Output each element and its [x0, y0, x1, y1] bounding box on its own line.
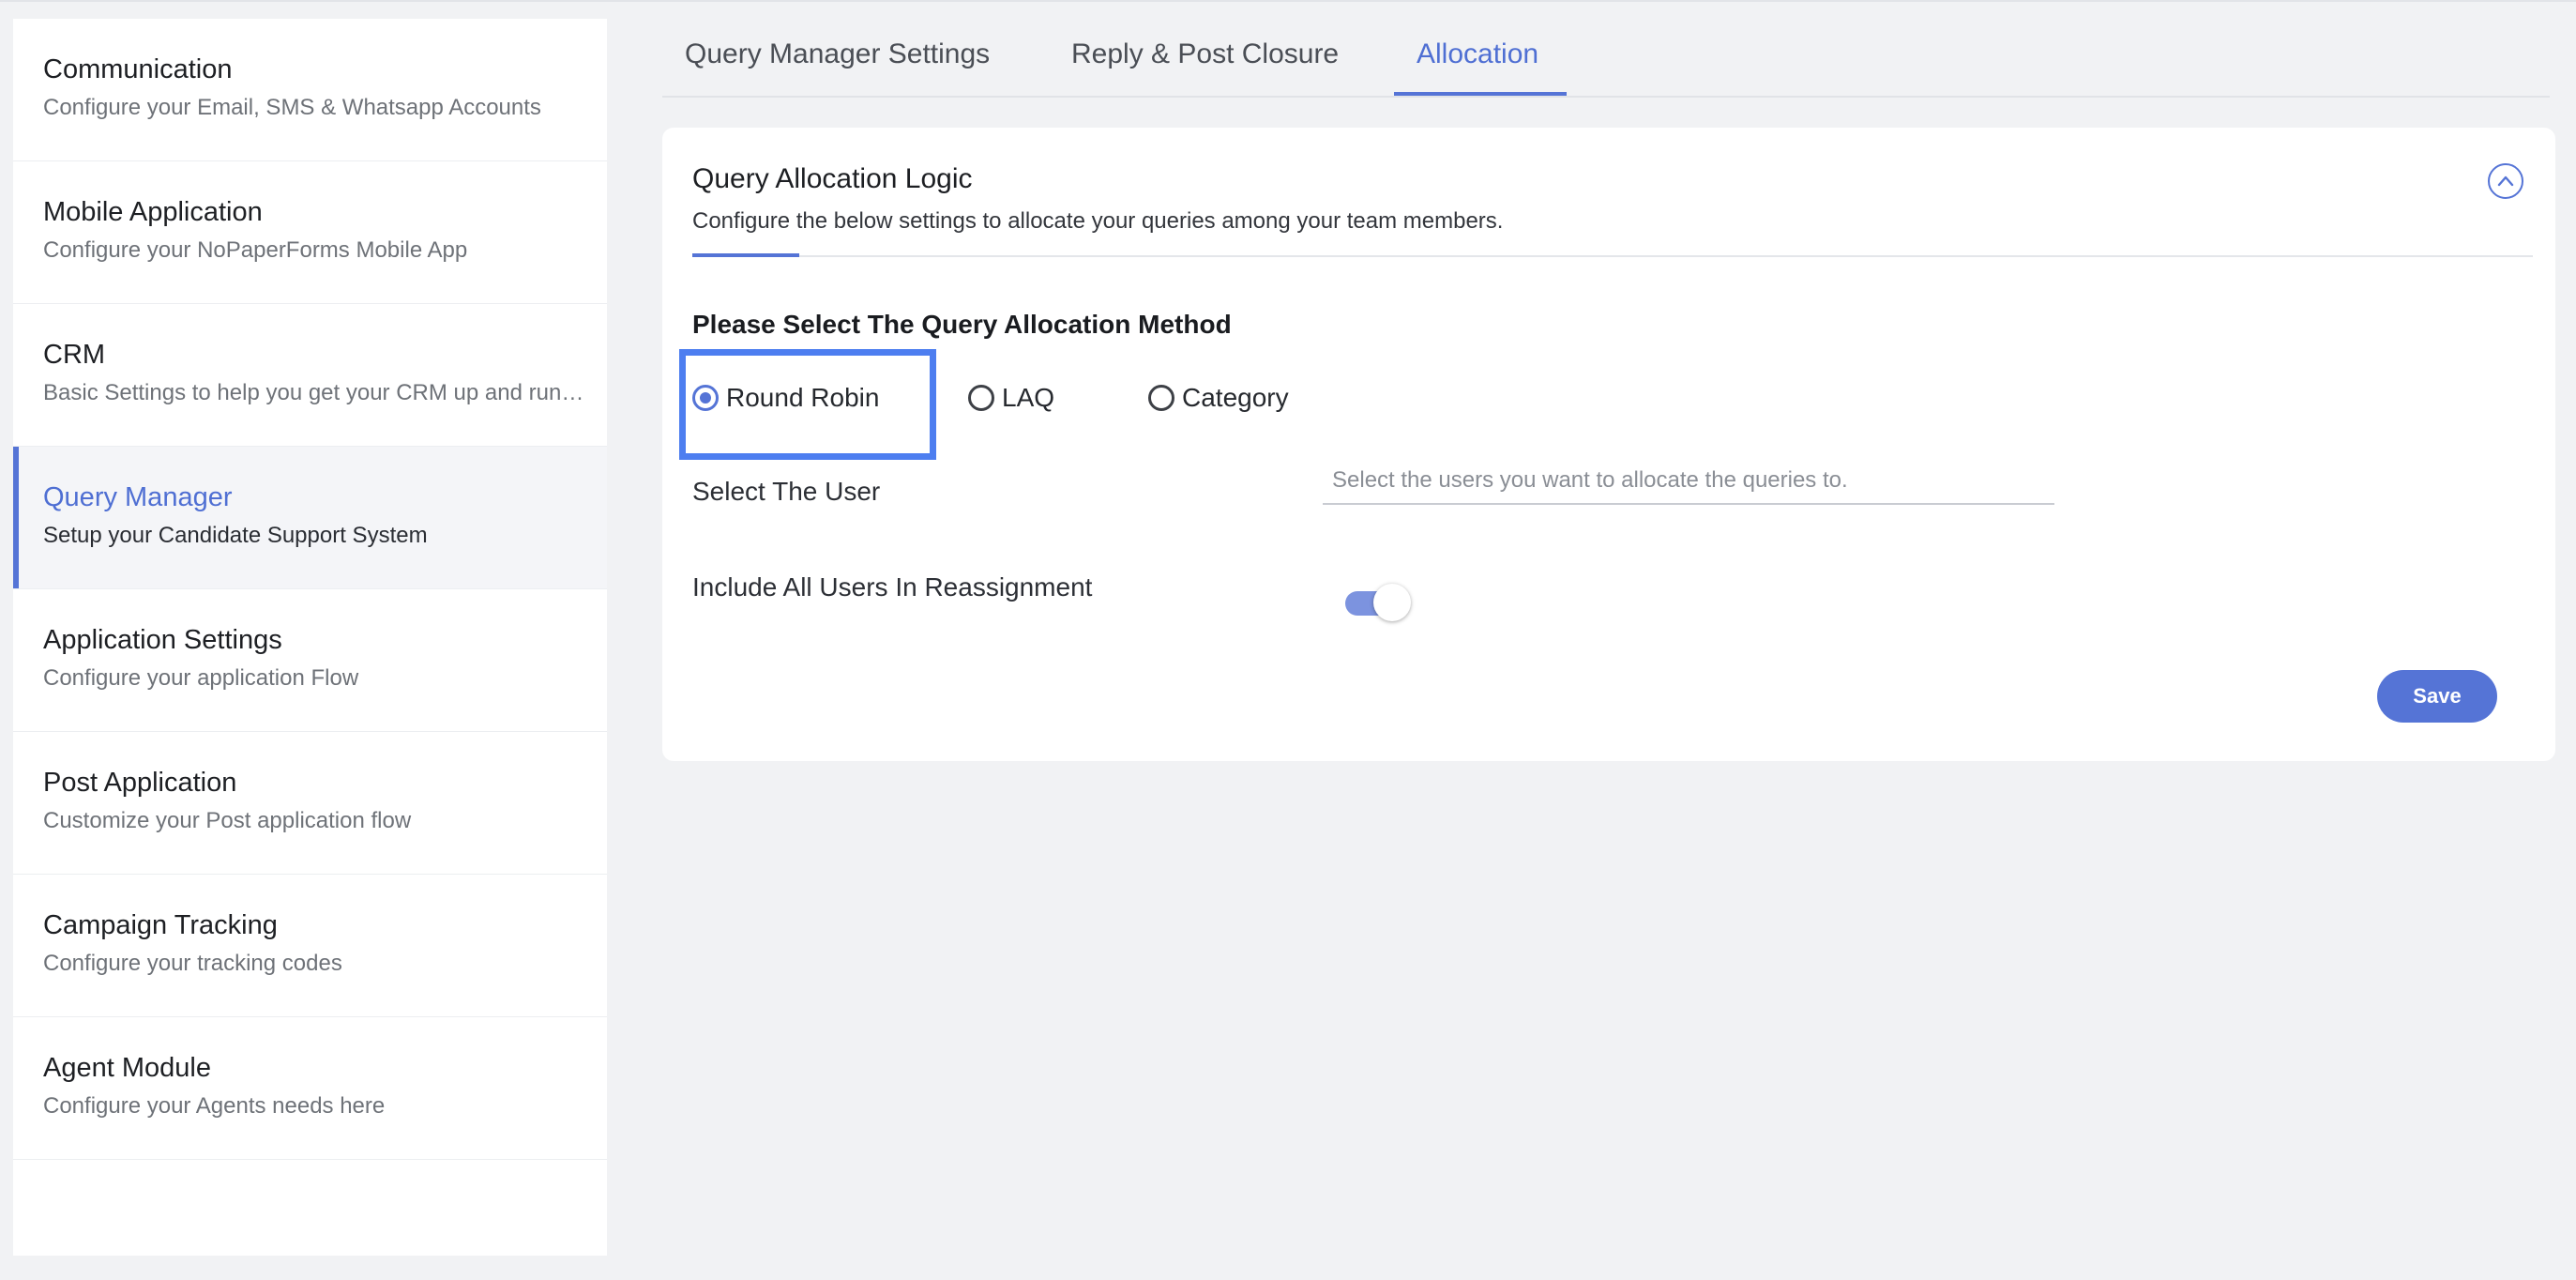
- query-allocation-card: Query Allocation Logic Configure the bel…: [662, 128, 2555, 761]
- sidebar-item-desc: Configure your NoPaperForms Mobile App: [43, 237, 468, 263]
- tab-query-manager-settings[interactable]: Query Manager Settings: [685, 36, 990, 73]
- sidebar-item-title: Communication: [43, 54, 233, 84]
- sidebar-item-desc: Configure your tracking codes: [43, 951, 342, 976]
- sidebar-item-title: Agent Module: [43, 1053, 211, 1083]
- radio-laq[interactable]: LAQ: [968, 379, 1054, 417]
- card-subtitle: Configure the below settings to allocate…: [692, 208, 1504, 234]
- radio-unchecked-icon: [1148, 385, 1174, 411]
- sidebar-item-communication[interactable]: Communication Configure your Email, SMS …: [13, 19, 607, 161]
- active-tab-indicator: [1394, 92, 1567, 96]
- sidebar-item-title: Application Settings: [43, 625, 282, 655]
- sidebar-item-query-manager[interactable]: Query Manager Setup your Candidate Suppo…: [13, 447, 607, 589]
- sidebar-item-crm[interactable]: CRM Basic Settings to help you get your …: [13, 304, 607, 447]
- allocation-method-heading: Please Select The Query Allocation Metho…: [692, 310, 1232, 339]
- save-button[interactable]: Save: [2377, 670, 2497, 723]
- tab-allocation[interactable]: Allocation: [1417, 36, 1538, 73]
- radio-unchecked-icon: [968, 385, 994, 411]
- select-user-label: Select The User: [692, 477, 881, 506]
- sidebar-item-title: Campaign Tracking: [43, 910, 278, 940]
- tab-reply-post-closure[interactable]: Reply & Post Closure: [1071, 36, 1339, 73]
- sidebar-item-desc: Configure your application Flow: [43, 665, 359, 691]
- toggle-knob: [1373, 584, 1411, 621]
- sidebar-item-desc: Setup your Candidate Support System: [43, 523, 428, 548]
- reassignment-toggle[interactable]: [1345, 580, 1413, 625]
- card-divider-accent: [692, 253, 799, 257]
- settings-tabs: Query Manager Settings Reply & Post Clos…: [662, 0, 2550, 98]
- radio-label: LAQ: [1002, 383, 1055, 412]
- radio-round-robin[interactable]: Round Robin: [692, 379, 879, 417]
- sidebar-item-desc: Basic Settings to help you get your CRM …: [43, 380, 587, 405]
- sidebar-item-desc: Customize your Post application flow: [43, 808, 412, 833]
- sidebar-item-title: CRM: [43, 340, 106, 370]
- sidebar-item-desc: Configure your Email, SMS & Whatsapp Acc…: [43, 95, 541, 120]
- sidebar-item-post-application[interactable]: Post Application Customize your Post app…: [13, 732, 607, 875]
- radio-category[interactable]: Category: [1148, 379, 1289, 417]
- sidebar-item-campaign-tracking[interactable]: Campaign Tracking Configure your trackin…: [13, 875, 607, 1017]
- settings-sidebar: Communication Configure your Email, SMS …: [13, 19, 607, 1256]
- sidebar-item-application-settings[interactable]: Application Settings Configure your appl…: [13, 589, 607, 732]
- sidebar-item-title: Post Application: [43, 768, 237, 798]
- collapse-button[interactable]: [2488, 163, 2523, 199]
- select-user-input[interactable]: [1323, 458, 2054, 505]
- sidebar-item-desc: Configure your Agents needs here: [43, 1093, 386, 1119]
- sidebar-item-title: Mobile Application: [43, 197, 263, 227]
- radio-label: Round Robin: [726, 383, 880, 412]
- sidebar-item-agent-module[interactable]: Agent Module Configure your Agents needs…: [13, 1017, 607, 1160]
- card-title: Query Allocation Logic: [692, 163, 973, 194]
- sidebar-item-mobile-application[interactable]: Mobile Application Configure your NoPape…: [13, 161, 607, 304]
- radio-checked-icon: [692, 385, 719, 411]
- reassignment-label: Include All Users In Reassignment: [692, 572, 1093, 602]
- sidebar-item-title: Query Manager: [43, 482, 233, 512]
- card-divider: [692, 255, 2533, 257]
- radio-label: Category: [1182, 383, 1289, 412]
